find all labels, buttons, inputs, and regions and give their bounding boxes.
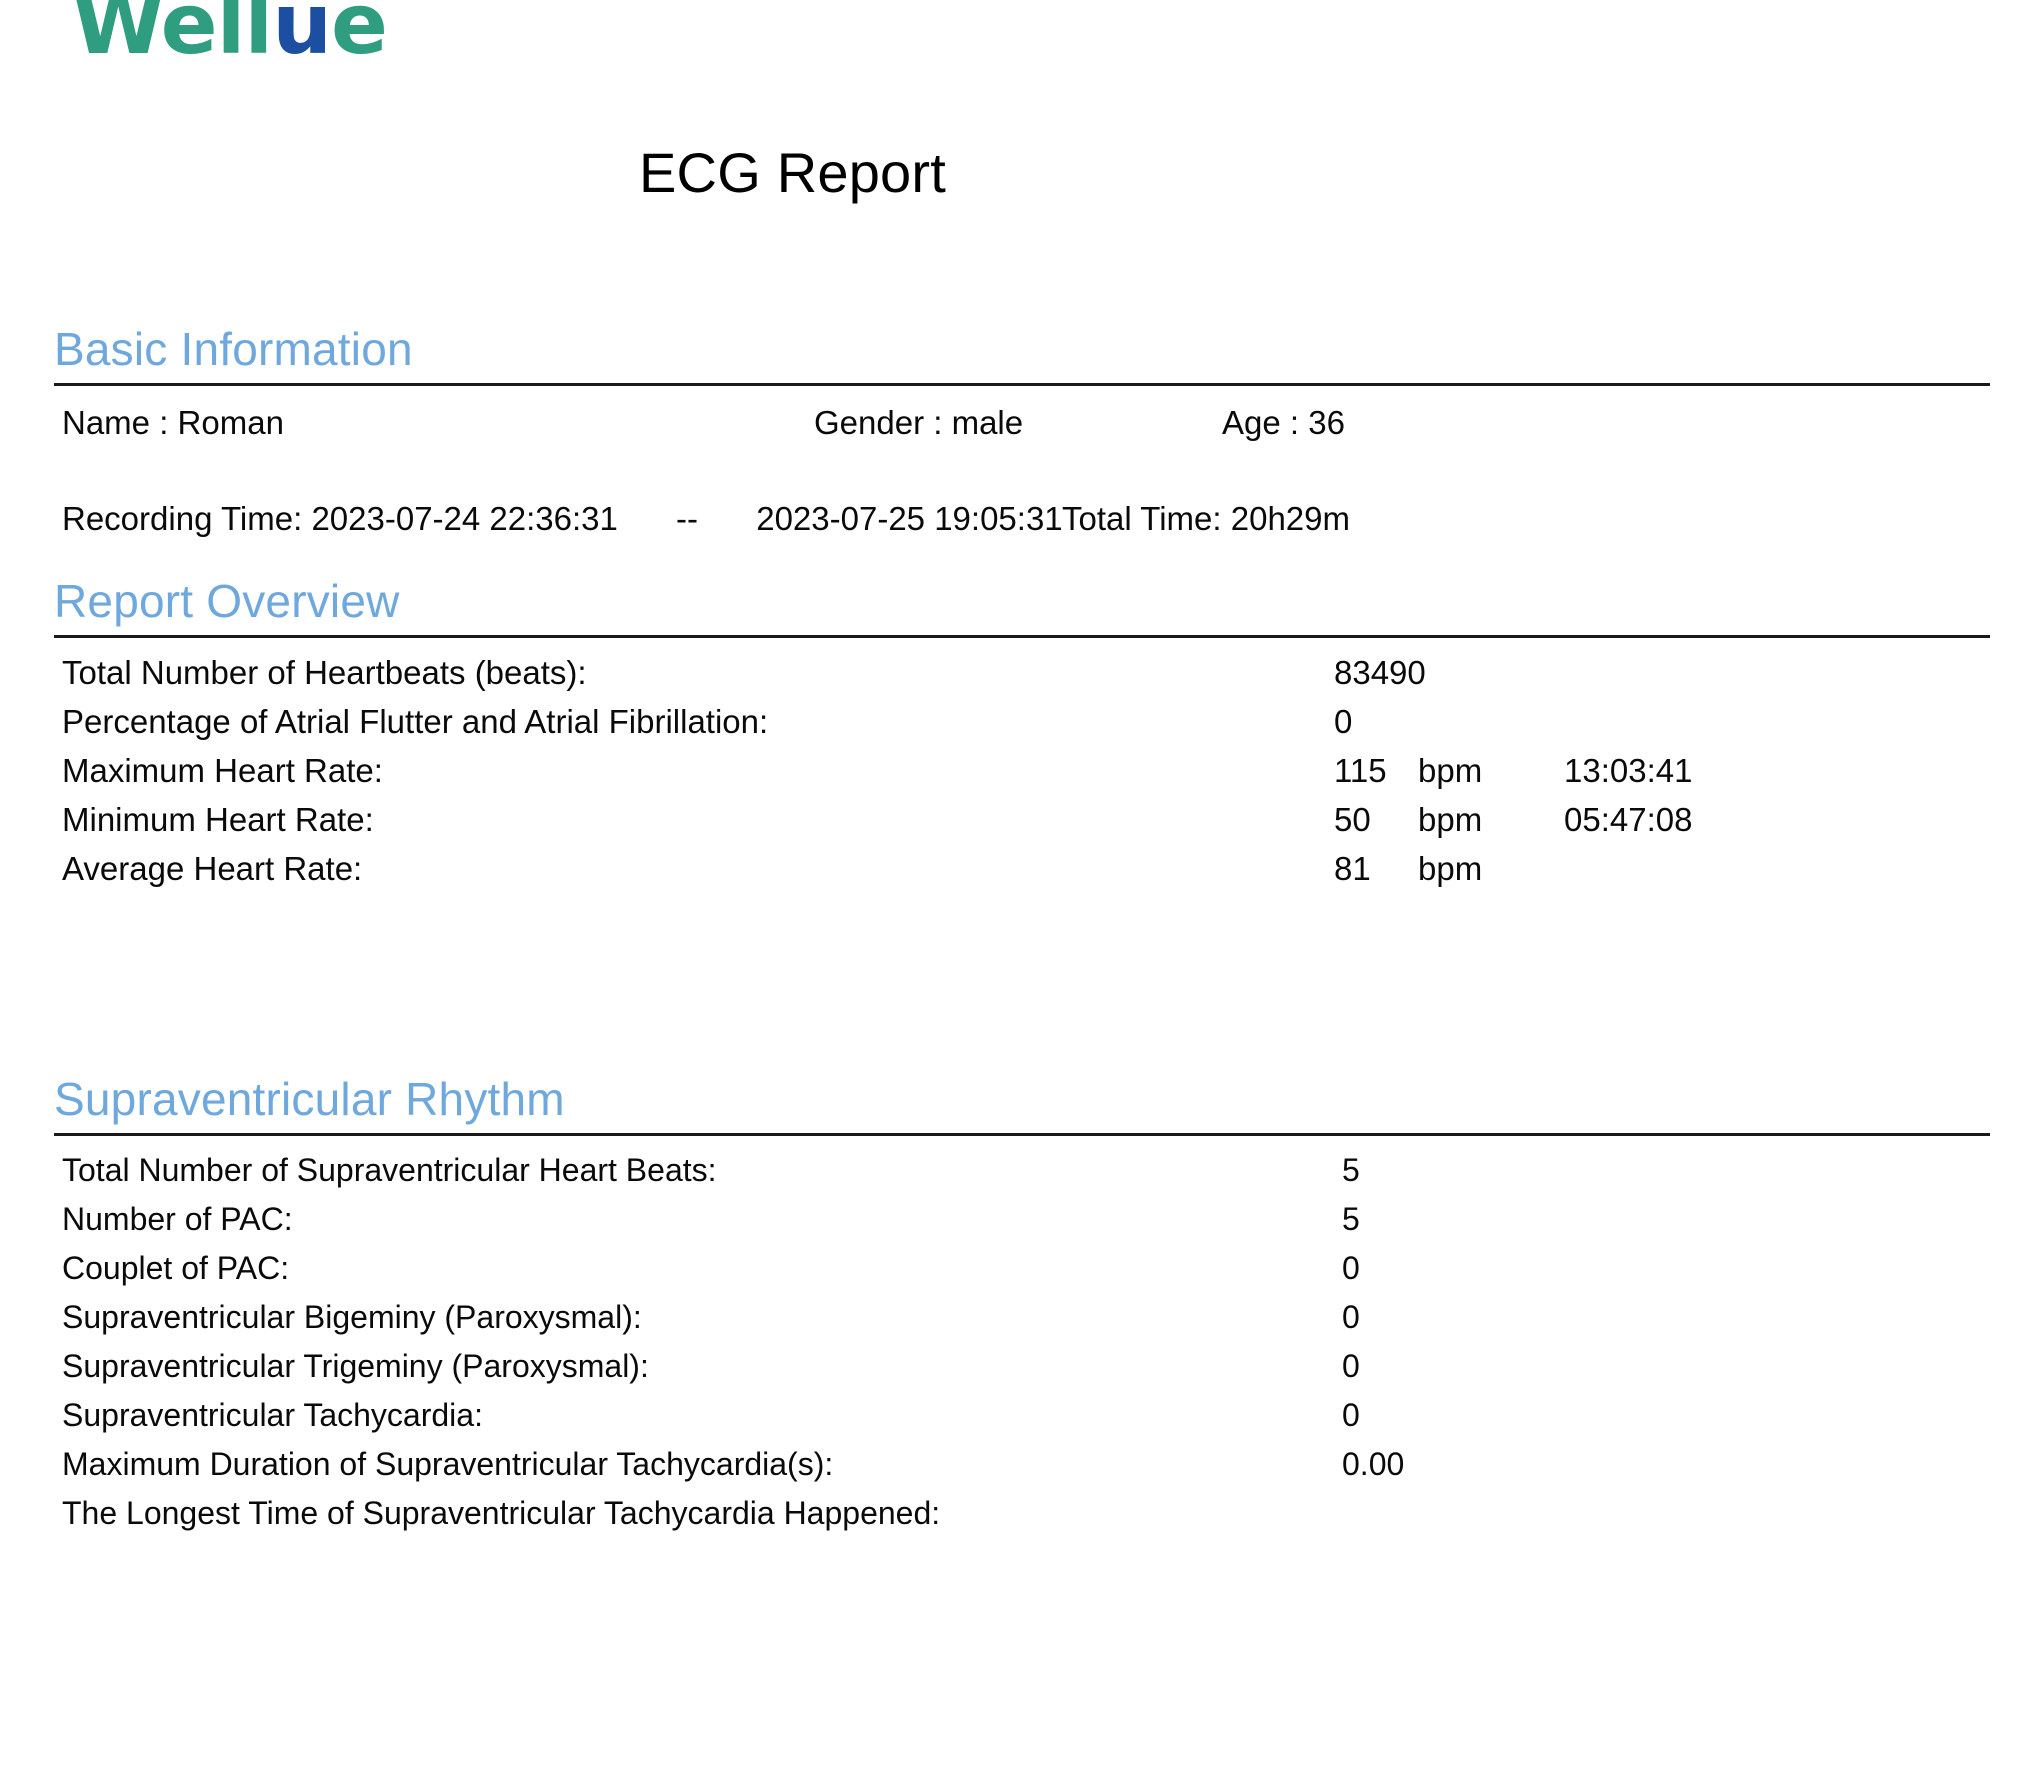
gender-value: male — [951, 404, 1024, 442]
row-unit: bpm — [1418, 752, 1483, 790]
row-value: 0 — [1334, 703, 1353, 741]
recording-separator: -- — [676, 500, 699, 538]
table-row: Supraventricular Trigeminy (Paroxysmal):… — [62, 1348, 2032, 1397]
row-label: Maximum Duration of Supraventricular Tac… — [62, 1446, 834, 1483]
section-supraventricular-rhythm: Supraventricular Rhythm Total Number of … — [0, 1075, 2032, 1544]
row-value: 50 — [1334, 801, 1371, 839]
page-title: ECG Report — [639, 141, 946, 204]
report-overview-rows: Total Number of Heartbeats (beats): 8349… — [62, 638, 2032, 899]
gender-label: Gender : — [814, 404, 943, 442]
table-row: Total Number of Heartbeats (beats): 8349… — [62, 654, 2032, 703]
row-unit: bpm — [1418, 801, 1483, 839]
total-time-value: 20h29m — [1230, 500, 1350, 538]
row-label: The Longest Time of Supraventricular Tac… — [62, 1495, 941, 1532]
table-row: Supraventricular Bigeminy (Paroxysmal): … — [62, 1299, 2032, 1348]
total-time-label: Total Time: — [1062, 500, 1222, 538]
basic-row-identity: Name : Roman Gender : male Age : 36 — [62, 386, 2032, 482]
table-row: The Longest Time of Supraventricular Tac… — [62, 1495, 2032, 1544]
table-row: Minimum Heart Rate: 50 bpm 05:47:08 — [62, 801, 2032, 850]
row-label: Supraventricular Tachycardia: — [62, 1397, 483, 1434]
name-field: Name : Roman — [62, 404, 814, 442]
section-report-overview: Report Overview Total Number of Heartbea… — [0, 577, 2032, 899]
logo-text-well: Well — [72, 0, 273, 73]
table-row: Maximum Heart Rate: 115 bpm 13:03:41 — [62, 752, 2032, 801]
logo-text-u: u — [272, 0, 332, 73]
row-value: 0.00 — [1342, 1446, 1405, 1483]
row-label: Average Heart Rate: — [62, 850, 363, 888]
row-label: Number of PAC: — [62, 1201, 293, 1238]
recording-time-label: Recording Time: — [62, 500, 303, 538]
total-time-field: Total Time: 20h29m — [1062, 500, 1350, 538]
row-label: Percentage of Atrial Flutter and Atrial … — [62, 703, 769, 741]
table-row: Maximum Duration of Supraventricular Tac… — [62, 1446, 2032, 1495]
row-value: 0 — [1342, 1397, 1360, 1434]
age-label: Age : — [1222, 404, 1300, 442]
row-label: Total Number of Heartbeats (beats): — [62, 654, 587, 692]
basic-information-rows: Name : Roman Gender : male Age : 36 Reco… — [62, 386, 2032, 578]
row-value: 0 — [1342, 1250, 1360, 1287]
name-value: Roman — [177, 404, 284, 442]
supraventricular-rhythm-rows: Total Number of Supraventricular Heart B… — [62, 1136, 2032, 1544]
wellue-logo: Wellue — [72, 0, 388, 66]
row-value: 5 — [1342, 1152, 1360, 1189]
row-label: Maximum Heart Rate: — [62, 752, 383, 790]
row-value: 5 — [1342, 1201, 1360, 1238]
age-value: 36 — [1308, 404, 1345, 442]
recording-start-value: 2023-07-24 22:36:31 — [311, 500, 618, 538]
row-value: 83490 — [1334, 654, 1426, 692]
row-value: 115 — [1334, 752, 1387, 790]
name-label: Name : — [62, 404, 169, 442]
row-value: 81 — [1334, 850, 1371, 888]
table-row: Number of PAC: 5 — [62, 1201, 2032, 1250]
section-heading-report-overview: Report Overview — [54, 575, 400, 627]
row-label: Minimum Heart Rate: — [62, 801, 374, 839]
age-field: Age : 36 — [1222, 404, 1345, 442]
basic-row-recording: Recording Time: 2023-07-24 22:36:31 -- 2… — [62, 482, 2032, 578]
gender-field: Gender : male — [814, 404, 1222, 442]
row-time: 05:47:08 — [1564, 801, 1693, 839]
row-label: Total Number of Supraventricular Heart B… — [62, 1152, 717, 1189]
table-row: Average Heart Rate: 81 bpm — [62, 850, 2032, 899]
section-heading-supraventricular-rhythm: Supraventricular Rhythm — [54, 1073, 565, 1125]
row-label: Supraventricular Trigeminy (Paroxysmal): — [62, 1348, 649, 1385]
row-value: 0 — [1342, 1299, 1360, 1336]
row-unit: bpm — [1418, 850, 1483, 888]
recording-time-field: Recording Time: 2023-07-24 22:36:31 -- 2… — [62, 500, 1063, 538]
section-heading-basic-information: Basic Information — [54, 323, 413, 375]
recording-end-value: 2023-07-25 19:05:31 — [756, 500, 1063, 538]
row-value: 0 — [1342, 1348, 1360, 1385]
section-basic-information: Basic Information Name : Roman Gender : … — [0, 325, 2032, 578]
table-row: Supraventricular Tachycardia: 0 — [62, 1397, 2032, 1446]
table-row: Couplet of PAC: 0 — [62, 1250, 2032, 1299]
row-time: 13:03:41 — [1564, 752, 1693, 790]
table-row: Percentage of Atrial Flutter and Atrial … — [62, 703, 2032, 752]
table-row: Total Number of Supraventricular Heart B… — [62, 1152, 2032, 1201]
row-label: Supraventricular Bigeminy (Paroxysmal): — [62, 1299, 642, 1336]
logo-text-e: e — [331, 0, 388, 73]
row-label: Couplet of PAC: — [62, 1250, 290, 1287]
